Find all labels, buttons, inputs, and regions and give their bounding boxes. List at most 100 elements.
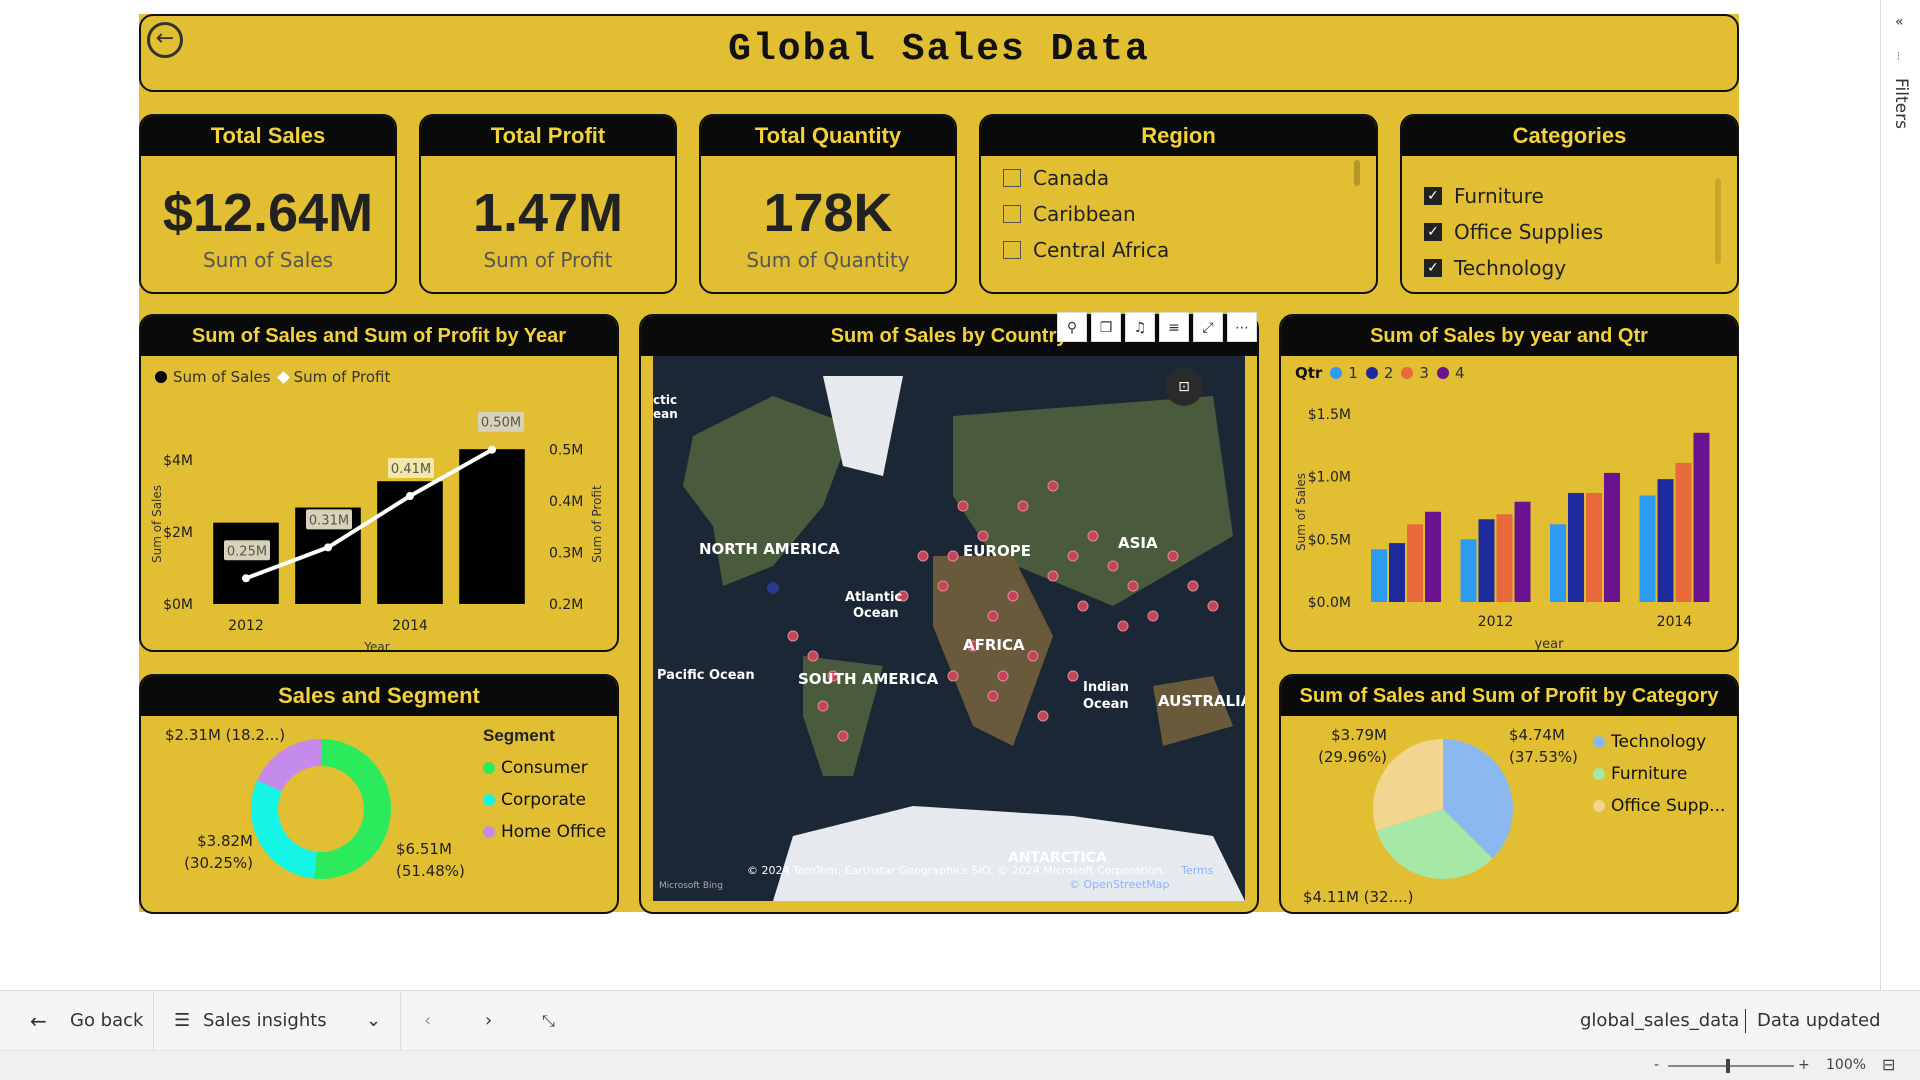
map-card[interactable]: Sum of Sales by Country NORTH AMERICA SOU…: [639, 314, 1259, 914]
continent-label: SOUTH AMERICA: [798, 670, 939, 688]
zoom-out-icon[interactable]: -: [1654, 1057, 1659, 1073]
categories-scrollbar[interactable]: [1715, 178, 1721, 264]
chevron-down-icon[interactable]: ⌄: [366, 991, 381, 1051]
y-tick-label: $1.0M: [1308, 470, 1351, 486]
data-label: 0.31M: [309, 513, 349, 528]
category-item[interactable]: ✓ Office Supplies: [1402, 214, 1737, 250]
kpi-total-profit[interactable]: Total Profit 1.47M Sum of Profit: [419, 114, 677, 294]
sales-bubble: [1047, 480, 1059, 492]
page-selector[interactable]: Sales insights: [203, 991, 327, 1051]
region-slicer: Region Canada Caribbean Central Africa: [979, 114, 1378, 294]
qtr-bar: [1657, 479, 1674, 602]
continent-label: NORTH AMERICA: [699, 540, 840, 558]
slice-label-consumer: $6.51M: [396, 840, 452, 858]
checkbox-checked-icon[interactable]: ✓: [1424, 259, 1442, 277]
sales-bubble: [987, 690, 999, 702]
checkbox-icon[interactable]: [1003, 169, 1021, 187]
profit-point: [488, 445, 496, 454]
region-item[interactable]: Caribbean: [981, 196, 1376, 232]
qtr-bar: [1460, 539, 1477, 602]
focus-mode-icon[interactable]: ⤢: [1193, 312, 1223, 342]
terms-link: Terms: [1180, 864, 1214, 877]
exit-fullscreen-icon[interactable]: ⤡: [542, 991, 555, 1051]
category-item[interactable]: ✓ Technology: [1402, 250, 1737, 286]
segment-slice: [257, 739, 321, 792]
sales-bubble: [957, 500, 969, 512]
sales-bubble: [997, 670, 1009, 682]
slice-label-tech: $4.74M: [1509, 726, 1565, 744]
sales-bubble: [947, 670, 959, 682]
next-page-icon[interactable]: ›: [485, 991, 492, 1051]
year-chart-plot: $4M $2M $0M 0.5M 0.4M 0.3M 0.2M 0.25M 0.31M 0.41M…: [150, 411, 604, 650]
region-item[interactable]: Central Africa: [981, 232, 1376, 268]
qtr-bar: [1389, 543, 1405, 602]
status-bar: - + 100% ⊟: [0, 1050, 1920, 1080]
x-tick-label: 2014: [1657, 614, 1693, 630]
fit-map-icon[interactable]: ⊡: [1165, 368, 1203, 406]
qtr-chart-plot: $1.5M $1.0M $0.5M $0.0M 2012 2014 year Sum of S…: [1294, 407, 1710, 650]
filters-pane[interactable]: « ⫶ Filters: [1880, 0, 1920, 990]
page-title: Global Sales Data: [728, 28, 1150, 71]
bell-icon[interactable]: ♫: [1125, 312, 1155, 342]
sales-bar: [213, 522, 279, 604]
pin-icon[interactable]: ⚲: [1057, 312, 1087, 342]
legend-label: 2: [1383, 364, 1394, 382]
report-canvas: ← Global Sales Data Total Sales $12.64M …: [139, 14, 1739, 914]
category-label: Furniture: [1454, 184, 1544, 208]
kpi-total-quantity[interactable]: Total Quantity 178K Sum of Quantity: [699, 114, 957, 294]
category-chart-card[interactable]: Sum of Sales and Sum of Profit by Catego…: [1279, 674, 1739, 914]
world-map[interactable]: NORTH AMERICA SOUTH AMERICA EUROPE AFRICA AS…: [653, 356, 1245, 901]
segment-chart-card[interactable]: Sales and Segment $2.31M (18.2...) $6.51M…: [139, 674, 619, 914]
qtr-bar: [1604, 472, 1620, 602]
filters-label[interactable]: Filters: [1891, 78, 1911, 129]
go-back-button[interactable]: Go back: [70, 991, 143, 1051]
zoom-in-icon[interactable]: +: [1798, 1057, 1810, 1073]
filter-icon[interactable]: ≡: [1159, 312, 1189, 342]
sales-bubble: [1067, 550, 1079, 562]
sales-bubble: [1207, 600, 1219, 612]
slice-label-corporate-pct: (30.25%): [184, 854, 253, 872]
more-options-icon[interactable]: ⋯: [1227, 312, 1257, 342]
segment-chart-title: Sales and Segment: [141, 676, 617, 716]
y-axis-title: Sum of Sales: [150, 485, 164, 563]
profit-line: [245, 447, 493, 581]
dataset-name[interactable]: global_sales_data: [1580, 991, 1739, 1051]
y-tick-label: $1.5M: [1308, 407, 1351, 423]
slice-label-home: $2.31M (18.2...): [165, 726, 285, 744]
categories-slicer: Categories ✓ Furniture ✓ Office Supplies ✓…: [1400, 114, 1739, 294]
copy-icon[interactable]: ❐: [1091, 312, 1121, 342]
sales-bubble: [1067, 670, 1079, 682]
legend-label: 4: [1454, 364, 1465, 382]
category-item[interactable]: ✓ Furniture: [1402, 178, 1737, 214]
data-label: 0.41M: [391, 462, 431, 477]
checkbox-icon[interactable]: [1003, 241, 1021, 259]
region-label: Central Africa: [1033, 238, 1170, 262]
legend-item: 1: [1330, 364, 1358, 382]
checkbox-checked-icon[interactable]: ✓: [1424, 223, 1442, 241]
fit-page-icon[interactable]: ⊟: [1882, 1055, 1895, 1074]
footer-bar: ← Go back ☰ Sales insights ⌄ ‹ › ⤡ globa…: [0, 990, 1920, 1080]
sales-bubble: [767, 582, 779, 594]
zoom-slider[interactable]: [1668, 1059, 1794, 1073]
collapse-chevron-icon[interactable]: «: [1895, 14, 1904, 30]
qtr-chart-card[interactable]: Sum of Sales by year and Qtr Qtr 1 2 3 4…: [1279, 314, 1739, 652]
kpi-subtitle: Sum of Quantity: [746, 248, 910, 272]
segment-legend: Segment Consumer Corporate Home Office: [483, 726, 606, 848]
region-item[interactable]: Canada: [981, 160, 1376, 196]
map-area[interactable]: NORTH AMERICA SOUTH AMERICA EUROPE AFRICA AS…: [653, 356, 1245, 901]
x-tick-label: 2014: [392, 618, 428, 634]
checkbox-checked-icon[interactable]: ✓: [1424, 187, 1442, 205]
year-chart-card[interactable]: Sum of Sales and Sum of Profit by Year S…: [139, 314, 619, 652]
back-arrow-icon[interactable]: ←: [30, 991, 47, 1051]
sales-bubble: [1127, 580, 1139, 592]
kpi-total-sales[interactable]: Total Sales $12.64M Sum of Sales: [139, 114, 397, 294]
previous-page-icon[interactable]: ‹: [424, 991, 431, 1051]
y2-tick-label: 0.3M: [549, 546, 583, 562]
y-tick-label: $4M: [163, 453, 193, 469]
region-label: Canada: [1033, 166, 1110, 190]
region-scrollbar[interactable]: [1354, 160, 1360, 186]
data-updated: Data updated 16/...: [1757, 1010, 1881, 1080]
checkbox-icon[interactable]: [1003, 205, 1021, 223]
ocean-label: ctic: [653, 393, 677, 407]
kpi-subtitle: Sum of Profit: [483, 248, 613, 272]
